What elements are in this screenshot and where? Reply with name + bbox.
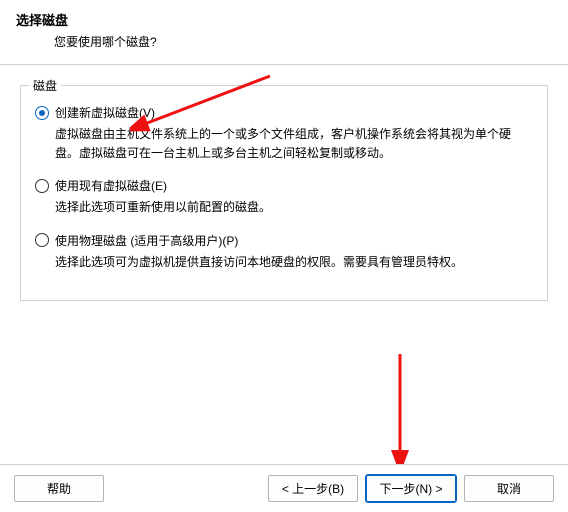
option-label: 使用现有虚拟磁盘(E) [55,177,167,194]
next-button[interactable]: 下一步(N) > [366,475,456,502]
page-title: 选择磁盘 [16,10,552,29]
annotation-arrow-icon [370,350,430,470]
option-desc: 选择此选项可为虚拟机提供直接访问本地硬盘的权限。需要具有管理员特权。 [35,253,533,272]
page-subtitle: 您要使用哪个磁盘? [16,33,552,50]
option-desc: 选择此选项可重新使用以前配置的磁盘。 [35,198,533,217]
option-desc: 虚拟磁盘由主机文件系统上的一个或多个文件组成，客户机操作系统会将其视为单个硬盘。… [35,125,533,163]
cancel-button[interactable]: 取消 [464,475,554,502]
wizard-header: 选择磁盘 您要使用哪个磁盘? [0,0,568,56]
option-use-physical-disk[interactable]: 使用物理磁盘 (适用于高级用户)(P) 选择此选项可为虚拟机提供直接访问本地硬盘… [35,232,533,272]
radio-icon[interactable] [35,106,49,120]
option-label: 创建新虚拟磁盘(V) [55,104,155,121]
help-button[interactable]: 帮助 [14,475,104,502]
fieldset-legend: 磁盘 [29,77,61,94]
back-button[interactable]: < 上一步(B) [268,475,358,502]
option-label: 使用物理磁盘 (适用于高级用户)(P) [55,232,238,249]
radio-icon[interactable] [35,179,49,193]
disk-fieldset: 磁盘 创建新虚拟磁盘(V) 虚拟磁盘由主机文件系统上的一个或多个文件组成，客户机… [20,85,548,301]
radio-icon[interactable] [35,233,49,247]
main-content: 磁盘 创建新虚拟磁盘(V) 虚拟磁盘由主机文件系统上的一个或多个文件组成，客户机… [0,65,568,311]
button-bar: 帮助 < 上一步(B) 下一步(N) > 取消 [0,464,568,512]
option-use-existing-disk[interactable]: 使用现有虚拟磁盘(E) 选择此选项可重新使用以前配置的磁盘。 [35,177,533,217]
option-create-new-disk[interactable]: 创建新虚拟磁盘(V) 虚拟磁盘由主机文件系统上的一个或多个文件组成，客户机操作系… [35,104,533,163]
